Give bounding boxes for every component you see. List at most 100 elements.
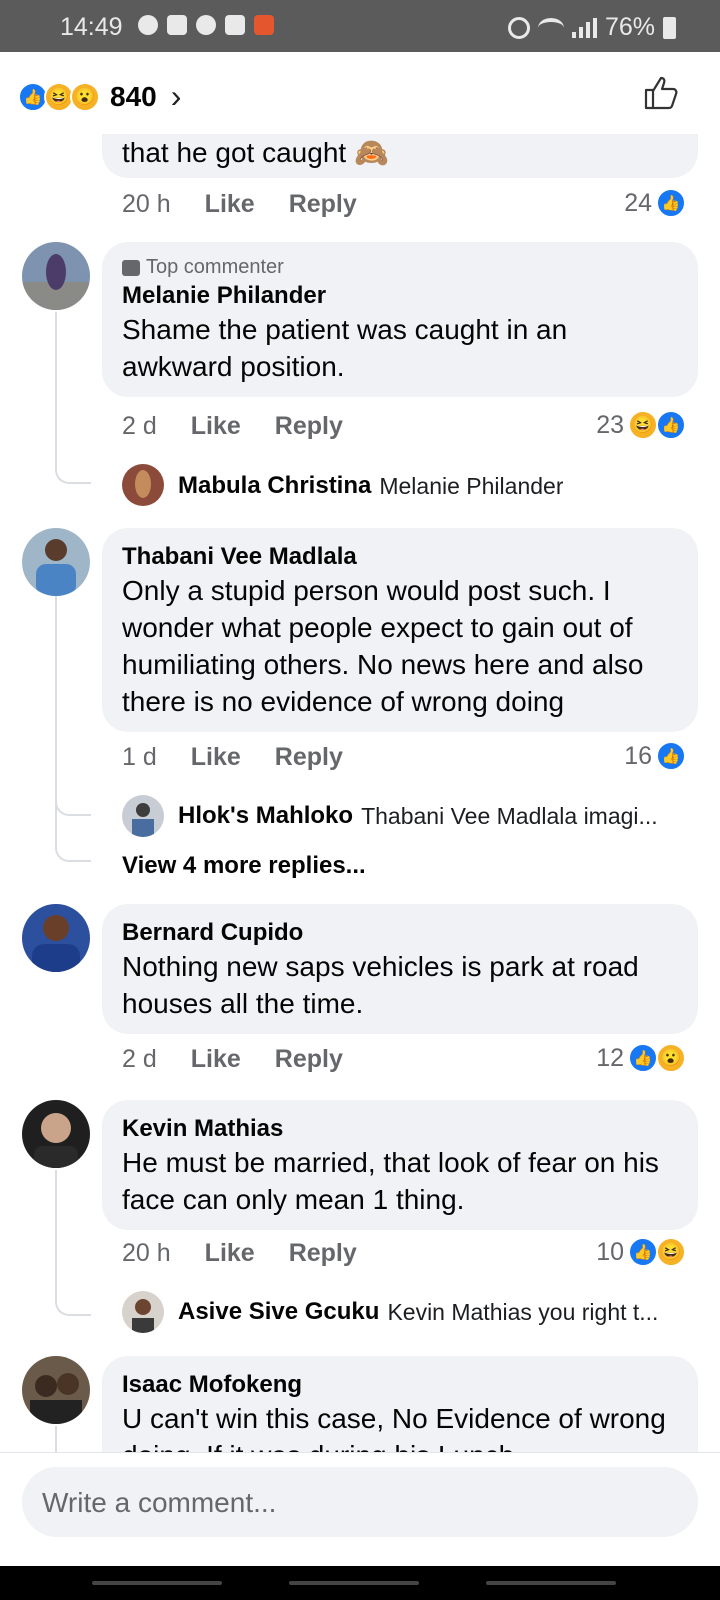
nav-recent-handle[interactable]: [92, 1581, 222, 1585]
avatar[interactable]: [22, 528, 90, 596]
nav-home-handle[interactable]: [289, 1581, 419, 1585]
system-nav-bar: [0, 1566, 720, 1600]
comment-actions: 2 d Like Reply: [122, 412, 343, 441]
comment-actions: 20 h Like Reply: [122, 190, 357, 219]
comment-reactions[interactable]: 23 😆 👍: [596, 410, 686, 440]
alarm-icon: [507, 16, 530, 39]
comment-time[interactable]: 2 d: [122, 412, 157, 441]
haha-reaction-icon: 😆: [628, 410, 658, 440]
reply-button[interactable]: Reply: [289, 190, 357, 219]
comment-reactions[interactable]: 24 👍: [624, 188, 686, 218]
reply-button[interactable]: Reply: [275, 743, 343, 772]
comment-text: that he got caught 🙈: [122, 137, 389, 168]
avatar[interactable]: [22, 904, 90, 972]
thread-line: [55, 754, 91, 862]
comment-text: Shame the patient was caught in an awkwa…: [122, 314, 568, 382]
like-reaction-icon: 👍: [656, 741, 686, 771]
reply-avatar[interactable]: [122, 795, 164, 837]
badge-icon: [122, 259, 140, 276]
comment-bubble[interactable]: Top commenter Melanie Philander Shame th…: [102, 242, 698, 397]
reply-button[interactable]: Reply: [275, 1045, 343, 1074]
download-icon-2: [225, 15, 245, 35]
like-outline-icon[interactable]: [642, 74, 680, 112]
comment-time[interactable]: 1 d: [122, 743, 157, 772]
reaction-summary[interactable]: 👍 😆 😮 840 ›: [18, 78, 181, 115]
wow-reaction-icon: 😮: [70, 81, 100, 112]
status-bar: 14:49 76%: [0, 0, 720, 52]
reply-text: Thabani Vee Madlala imagi...: [361, 802, 658, 829]
avatar[interactable]: [22, 1100, 90, 1168]
reply-avatar[interactable]: [122, 1291, 164, 1333]
comment-reactions[interactable]: 12 👍 😮: [596, 1043, 686, 1073]
reply-button[interactable]: Reply: [289, 1239, 357, 1268]
like-button[interactable]: Like: [191, 743, 241, 772]
comment-bubble[interactable]: Kevin Mathias He must be married, that l…: [102, 1100, 698, 1230]
reply-author: Hlok's Mahloko: [178, 802, 354, 829]
comment-text: Nothing new saps vehicles is park at roa…: [122, 951, 639, 1019]
reply-author: Mabula Christina: [178, 472, 372, 499]
chevron-right-icon: ›: [170, 78, 182, 114]
comment-actions: 1 d Like Reply: [122, 743, 343, 772]
commenter-name[interactable]: Bernard Cupido: [122, 918, 678, 948]
reaction-count: 24: [624, 188, 652, 217]
battery-percent: 76%: [604, 13, 655, 41]
comment-time[interactable]: 2 d: [122, 1045, 157, 1074]
comment-input[interactable]: Write a comment...: [22, 1467, 698, 1537]
messenger-icon: [138, 15, 158, 35]
like-button[interactable]: Like: [205, 190, 255, 219]
like-reaction-icon: 👍: [656, 410, 686, 440]
comment-actions: 20 h Like Reply: [122, 1239, 357, 1268]
comment-reactions[interactable]: 10 👍 😆: [596, 1237, 686, 1267]
avatar[interactable]: [22, 1356, 90, 1424]
view-more-replies-link[interactable]: View 4 more replies...: [122, 852, 366, 880]
reply-preview[interactable]: Mabula Christina Melanie Philander: [178, 472, 688, 500]
like-reaction-icon: 👍: [656, 188, 686, 218]
reaction-count: 16: [624, 741, 652, 770]
comment-time[interactable]: 20 h: [122, 190, 171, 219]
reply-avatar[interactable]: [122, 464, 164, 506]
reply-preview[interactable]: Hlok's Mahloko Thabani Vee Madlala imagi…: [178, 802, 688, 830]
signal-icon: [571, 17, 597, 38]
office-icon: [254, 15, 274, 35]
comment-text: U can't win this case, No Evidence of wr…: [122, 1403, 666, 1452]
comment-time[interactable]: 20 h: [122, 1239, 171, 1268]
commenter-name[interactable]: Melanie Philander: [122, 281, 678, 311]
commenter-name[interactable]: Thabani Vee Madlala: [122, 542, 678, 572]
commenter-name[interactable]: Isaac Mofokeng: [122, 1370, 678, 1400]
like-reaction-icon: 👍: [628, 1237, 658, 1267]
reply-author: Asive Sive Gcuku: [178, 1298, 380, 1325]
haha-reaction-icon: 😆: [656, 1237, 686, 1267]
reaction-count: 10: [596, 1237, 624, 1266]
battery-icon: [663, 16, 676, 39]
wifi-icon: [537, 17, 564, 38]
like-button[interactable]: Like: [191, 412, 241, 441]
app-icon: [196, 15, 216, 35]
top-commenter-badge: Top commenter: [122, 256, 678, 279]
thread-line: [55, 1170, 91, 1316]
reaction-count: 840: [110, 80, 157, 112]
nav-back-handle[interactable]: [486, 1581, 616, 1585]
reply-text: Melanie Philander: [379, 472, 564, 499]
like-reaction-icon: 👍: [628, 1043, 658, 1073]
reply-preview[interactable]: Asive Sive Gcuku Kevin Mathias you right…: [178, 1298, 688, 1326]
thread-line: [55, 312, 91, 484]
comment-reactions[interactable]: 16 👍: [624, 741, 686, 771]
reply-button[interactable]: Reply: [275, 412, 343, 441]
commenter-name[interactable]: Kevin Mathias: [122, 1114, 678, 1144]
comment-bubble[interactable]: Isaac Mofokeng U can't win this case, No…: [102, 1356, 698, 1452]
reaction-count: 23: [596, 410, 624, 439]
like-button[interactable]: Like: [205, 1239, 255, 1268]
thread-line: [55, 1426, 91, 1452]
comment-bubble[interactable]: Bernard Cupido Nothing new saps vehicles…: [102, 904, 698, 1034]
download-icon: [167, 15, 187, 35]
comment-bubble[interactable]: that he got caught 🙈: [102, 134, 698, 178]
comments-feed[interactable]: that he got caught 🙈 20 h Like Reply 24 …: [0, 134, 720, 1452]
comment-bubble[interactable]: Thabani Vee Madlala Only a stupid person…: [102, 528, 698, 732]
reply-text: Kevin Mathias you right t...: [387, 1298, 659, 1325]
like-button[interactable]: Like: [191, 1045, 241, 1074]
avatar[interactable]: [22, 242, 90, 310]
comment-actions: 2 d Like Reply: [122, 1045, 343, 1074]
comment-composer-bar: Write a comment...: [0, 1452, 720, 1566]
reaction-count: 12: [596, 1043, 624, 1072]
status-time: 14:49: [60, 13, 123, 41]
